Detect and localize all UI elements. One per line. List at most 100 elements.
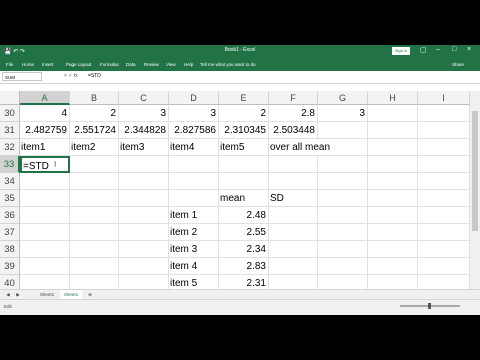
cell-f33[interactable] — [269, 156, 318, 173]
cell-g36[interactable] — [318, 207, 368, 224]
cell-i31[interactable] — [418, 122, 470, 139]
cell-b37[interactable] — [70, 224, 119, 241]
cell-i36[interactable] — [418, 207, 470, 224]
column-header-h[interactable]: H — [368, 91, 418, 105]
zoom-slider-knob[interactable] — [428, 303, 431, 309]
cell-g38[interactable] — [318, 241, 368, 258]
cell-h36[interactable] — [368, 207, 418, 224]
tab-home[interactable]: Home — [22, 62, 34, 67]
cell-g30[interactable]: 3 — [318, 105, 368, 122]
sheet-tab-1[interactable]: Sheet1 — [36, 290, 58, 299]
tab-help[interactable]: Help — [184, 62, 193, 67]
cell-a39[interactable] — [20, 258, 70, 275]
cell-i37[interactable] — [418, 224, 470, 241]
cell-e31[interactable]: 2.310345 — [219, 122, 269, 139]
cell-a30[interactable]: 4 — [20, 105, 70, 122]
cell-c36[interactable] — [119, 207, 169, 224]
cell-i32[interactable] — [418, 139, 470, 156]
cell-h35[interactable] — [368, 190, 418, 207]
tab-view[interactable]: View — [166, 62, 176, 67]
maximize-icon[interactable]: □ — [452, 46, 456, 53]
cell-f30[interactable]: 2.8 — [269, 105, 318, 122]
cell-b36[interactable] — [70, 207, 119, 224]
cell-i39[interactable] — [418, 258, 470, 275]
cell-c32[interactable]: item3 — [119, 139, 169, 156]
row-header-33[interactable]: 33 — [0, 156, 20, 173]
cell-e34[interactable] — [219, 173, 269, 190]
cell-b34[interactable] — [70, 173, 119, 190]
cell-d32[interactable]: item4 — [169, 139, 219, 156]
cell-f35[interactable]: SD — [269, 190, 318, 207]
row-header-30[interactable]: 30 — [0, 105, 20, 122]
cell-a37[interactable] — [20, 224, 70, 241]
cell-b39[interactable] — [70, 258, 119, 275]
cell-a38[interactable] — [20, 241, 70, 258]
tab-page-layout[interactable]: Page Layout — [66, 62, 91, 67]
column-header-c[interactable]: C — [119, 91, 169, 105]
cell-f32[interactable]: over all mean — [269, 139, 368, 156]
cell-d30[interactable]: 3 — [169, 105, 219, 122]
cell-d34[interactable] — [169, 173, 219, 190]
cell-e32[interactable]: item5 — [219, 139, 269, 156]
cell-h32[interactable] — [368, 139, 418, 156]
cell-d33[interactable] — [169, 156, 219, 173]
cell-b30[interactable]: 2 — [70, 105, 119, 122]
tab-formulas[interactable]: Formulas — [100, 62, 119, 67]
cell-a35[interactable] — [20, 190, 70, 207]
cell-a33-active[interactable]: =STD — [20, 156, 70, 173]
cell-c31[interactable]: 2.344828 — [119, 122, 169, 139]
cell-g34[interactable] — [318, 173, 368, 190]
cell-c30[interactable]: 3 — [119, 105, 169, 122]
cell-i33[interactable] — [418, 156, 470, 173]
cell-f39[interactable] — [269, 258, 318, 275]
cell-f36[interactable] — [269, 207, 318, 224]
tab-review[interactable]: Review — [144, 62, 159, 67]
cell-g39[interactable] — [318, 258, 368, 275]
cell-a34[interactable] — [20, 173, 70, 190]
cell-c37[interactable] — [119, 224, 169, 241]
cell-d35[interactable] — [169, 190, 219, 207]
row-header-35[interactable]: 35 — [0, 190, 20, 207]
column-header-d[interactable]: D — [169, 91, 219, 105]
column-header-g[interactable]: G — [318, 91, 368, 105]
cell-c34[interactable] — [119, 173, 169, 190]
cell-e36[interactable]: 2.48 — [219, 207, 269, 224]
cell-a31[interactable]: 2.482759 — [20, 122, 70, 139]
cell-f31[interactable]: 2.503448 — [269, 122, 318, 139]
cell-h30[interactable] — [368, 105, 418, 122]
scroll-left-icon[interactable]: ◀ — [4, 290, 12, 299]
row-header-39[interactable]: 39 — [0, 258, 20, 275]
row-header-32[interactable]: 32 — [0, 139, 20, 156]
name-box[interactable]: SUM — [2, 72, 42, 81]
cell-b32[interactable]: item2 — [70, 139, 119, 156]
column-header-i[interactable]: I — [418, 91, 470, 105]
cell-c33[interactable] — [119, 156, 169, 173]
cell-f37[interactable] — [269, 224, 318, 241]
cell-c35[interactable] — [119, 190, 169, 207]
cell-i34[interactable] — [418, 173, 470, 190]
cell-b38[interactable] — [70, 241, 119, 258]
vertical-scrollbar[interactable] — [470, 91, 480, 297]
row-header-31[interactable]: 31 — [0, 122, 20, 139]
cell-c39[interactable] — [119, 258, 169, 275]
cell-d37[interactable]: item 2 — [169, 224, 219, 241]
row-header-37[interactable]: 37 — [0, 224, 20, 241]
column-header-a[interactable]: A — [20, 91, 70, 105]
scrollbar-thumb[interactable] — [472, 111, 478, 231]
cell-d31[interactable]: 2.827586 — [169, 122, 219, 139]
cell-d36[interactable]: item 1 — [169, 207, 219, 224]
tab-file[interactable]: File — [6, 62, 13, 67]
cell-h39[interactable] — [368, 258, 418, 275]
column-header-f[interactable]: F — [269, 91, 318, 105]
cell-e33[interactable] — [219, 156, 269, 173]
cell-a36[interactable] — [20, 207, 70, 224]
cell-h38[interactable] — [368, 241, 418, 258]
cell-e30[interactable]: 2 — [219, 105, 269, 122]
cell-b35[interactable] — [70, 190, 119, 207]
cell-e38[interactable]: 2.34 — [219, 241, 269, 258]
cell-e39[interactable]: 2.83 — [219, 258, 269, 275]
cell-f38[interactable] — [269, 241, 318, 258]
add-sheet-icon[interactable]: ⊕ — [86, 290, 94, 299]
cell-f34[interactable] — [269, 173, 318, 190]
cell-d39[interactable]: item 4 — [169, 258, 219, 275]
